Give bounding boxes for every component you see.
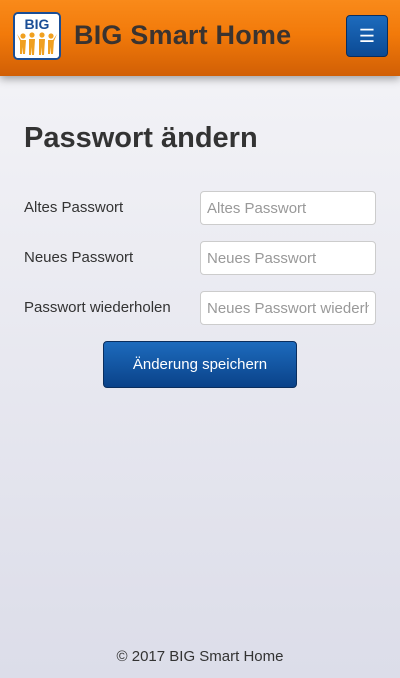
- big-logo-graphic: BIG: [15, 14, 59, 58]
- form-row-new-password: Neues Passwort: [0, 241, 400, 275]
- save-changes-button[interactable]: Änderung speichern: [103, 341, 297, 388]
- hamburger-icon: ☰: [358, 26, 376, 46]
- footer-copyright: © 2017 BIG Smart Home: [116, 648, 284, 665]
- app-brand-title[interactable]: BIG Smart Home: [74, 20, 291, 51]
- big-logo[interactable]: BIG: [13, 12, 61, 60]
- new-password-input[interactable]: [200, 241, 376, 275]
- menu-toggle-button[interactable]: ☰: [346, 15, 388, 57]
- new-password-label: Neues Passwort: [24, 249, 134, 266]
- form-row-repeat-password: Passwort wiederholen: [0, 291, 400, 325]
- repeat-password-input[interactable]: [200, 291, 376, 325]
- app-header: BIG BIG Smart Home ☰: [0, 0, 400, 76]
- logo-text: BIG: [25, 16, 50, 32]
- page-title: Passwort ändern: [24, 122, 258, 154]
- old-password-label: Altes Passwort: [24, 199, 124, 216]
- repeat-password-label: Passwort wiederholen: [24, 299, 171, 316]
- form-row-old-password: Altes Passwort: [0, 191, 400, 225]
- old-password-input[interactable]: [200, 191, 376, 225]
